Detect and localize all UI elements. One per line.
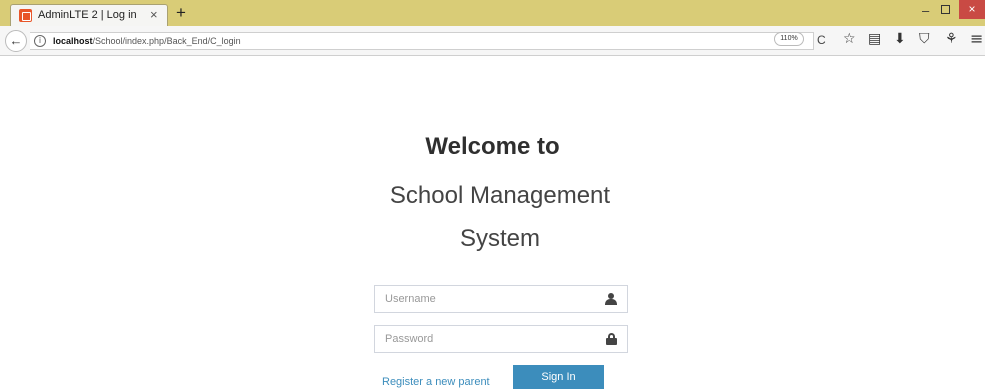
- username-field[interactable]: [374, 285, 628, 313]
- password-input[interactable]: [375, 326, 627, 352]
- browser-navbar: ← i localhost/School/index.php/Back_End/…: [0, 26, 985, 56]
- browser-titlebar: AdminLTE 2 | Log in × + – ×: [0, 0, 985, 26]
- pocket-icon[interactable]: ⛉: [919, 31, 930, 47]
- zoom-level-badge[interactable]: 110%: [774, 32, 804, 46]
- username-input[interactable]: [375, 286, 627, 312]
- sign-in-button[interactable]: Sign In: [513, 365, 604, 389]
- maximize-button[interactable]: [941, 5, 950, 14]
- download-icon[interactable]: ⬇: [894, 31, 906, 47]
- bookmark-star-icon[interactable]: ☆: [843, 31, 856, 47]
- url-path: /School/index.php/Back_End/C_login: [92, 36, 241, 46]
- page-title: Welcome to: [425, 133, 560, 160]
- address-bar[interactable]: i localhost/School/index.php/Back_End/C_…: [30, 32, 814, 50]
- app-name-subtitle: School Management System: [389, 182, 611, 252]
- window-close-button[interactable]: ×: [959, 0, 985, 19]
- register-parent-link[interactable]: Register a new parent: [382, 376, 490, 388]
- site-info-icon[interactable]: i: [34, 35, 46, 47]
- extension-icon[interactable]: ⚘: [945, 31, 958, 47]
- browser-tab[interactable]: AdminLTE 2 | Log in ×: [10, 4, 168, 26]
- url-text[interactable]: localhost/School/index.php/Back_End/C_lo…: [53, 36, 241, 46]
- reader-view-icon[interactable]: ▤: [868, 31, 881, 47]
- minimize-button[interactable]: –: [922, 3, 929, 18]
- adminlte-favicon-icon: [19, 9, 32, 22]
- url-host: localhost: [53, 36, 93, 46]
- tab-close-icon[interactable]: ×: [150, 7, 158, 22]
- back-button[interactable]: ←: [5, 30, 27, 52]
- new-tab-button[interactable]: +: [176, 3, 186, 23]
- user-icon: [605, 293, 617, 306]
- lock-icon: [606, 333, 617, 345]
- hamburger-menu-icon[interactable]: ≡: [970, 29, 983, 48]
- reload-icon[interactable]: C: [817, 33, 826, 47]
- tab-title: AdminLTE 2 | Log in: [38, 9, 137, 21]
- password-field[interactable]: [374, 325, 628, 353]
